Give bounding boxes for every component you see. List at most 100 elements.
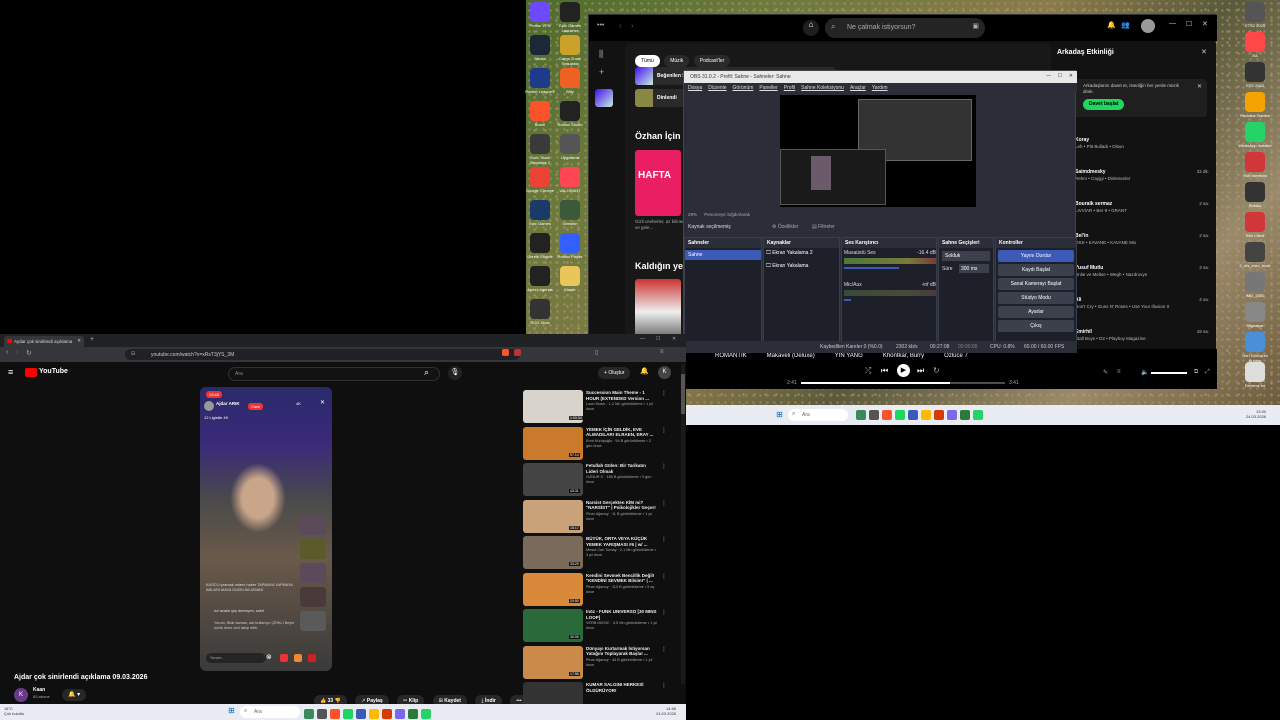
desktop-icon[interactable]: Proton VPN: [523, 2, 557, 28]
obs-control-button[interactable]: Ayarlar: [998, 306, 1074, 318]
taskbar-search[interactable]: ⌕ Ara: [240, 706, 300, 718]
more-icon[interactable]: ⋮: [661, 609, 667, 616]
volume-fader[interactable]: [844, 299, 852, 301]
now-playing-item[interactable]: Khontkar, Burry: [883, 353, 924, 359]
taskbar-app-icon[interactable]: [973, 410, 983, 420]
taskbar-app-icon[interactable]: [369, 709, 379, 719]
menu-icon[interactable]: •••: [597, 22, 604, 29]
friend-item[interactable]: Bel'in OSS • KAVANE • KAVANE Mix 2 sa.: [1057, 231, 1209, 255]
desktop-icon[interactable]: Epic Games Launcher: [553, 2, 587, 33]
shuffle-icon[interactable]: ⤮: [865, 366, 871, 376]
previous-icon[interactable]: ⏮: [881, 366, 888, 376]
recommendation-item[interactable]: Narsist Gerçekten KİM mi? "NARSİST" | Ps…: [523, 499, 667, 533]
channel-name[interactable]: Kaan: [33, 687, 45, 693]
now-playing-item[interactable]: YIN YANG: [835, 353, 863, 359]
spotify-search-input[interactable]: ⌕ Ne çalmak istiyorsun? ▣: [825, 18, 985, 38]
taskbar-app-icon[interactable]: [856, 410, 866, 420]
obs-menu-item[interactable]: Yardım: [872, 85, 888, 91]
desktop-icon[interactable]: Bitly: [553, 68, 587, 94]
miniplayer-icon[interactable]: ⧉: [1194, 369, 1198, 376]
windows-start-icon[interactable]: ⊞: [228, 706, 235, 715]
source-item[interactable]: 🖵 Ekran Yakalama 2: [766, 250, 813, 256]
close-icon[interactable]: ✕: [1197, 83, 1202, 90]
fullscreen-icon[interactable]: ⤢: [1205, 369, 1210, 376]
taskbar-app-icon[interactable]: [882, 410, 892, 420]
repeat-icon[interactable]: ↻: [933, 366, 940, 375]
desktop-icon[interactable]: Riot Client: [1238, 212, 1272, 238]
desktop-icon[interactable]: ETS 2023: [1238, 62, 1272, 88]
taskbar-app-icon[interactable]: [947, 410, 957, 420]
desktop-icon[interactable]: 2_ets_euro_truck: [1238, 242, 1272, 268]
volume-fader[interactable]: [844, 267, 900, 269]
hamburger-icon[interactable]: ≡: [8, 367, 13, 377]
volume-slider[interactable]: [1151, 372, 1187, 374]
friend-item[interactable]: Koray Leh • Pitt Bulladı • Olsun: [1057, 135, 1209, 159]
home-icon[interactable]: ⌂: [803, 20, 819, 36]
weather-widget[interactable]: 18°C Çok bulutlu: [4, 706, 24, 716]
more-icon[interactable]: ⋮: [661, 573, 667, 580]
desktop-icon[interactable]: Roblox Studio: [553, 101, 587, 127]
taskbar-app-icon[interactable]: [869, 410, 879, 420]
recommendation-item[interactable]: YEMEK İÇİN GELDİK, EVE ALMADILAR! ELRAEN…: [523, 426, 667, 460]
recommendation-item[interactable]: Inöz - FUNK UNIVERSO [30 MINS LOOP] VERB …: [523, 609, 667, 642]
desktop-icon[interactable]: IMG_2020: [1238, 272, 1272, 298]
obs-menu-item[interactable]: Görünüm: [733, 85, 754, 91]
close-icon[interactable]: ✕: [1201, 48, 1207, 56]
duration-input[interactable]: 300 ms: [959, 264, 989, 273]
clock[interactable]: 13:00 24.03.2026: [1246, 409, 1266, 419]
comment-input[interactable]: Yorum...: [206, 653, 266, 663]
play-icon[interactable]: ▶: [897, 364, 910, 377]
desktop-icon[interactable]: Apex Legends: [523, 266, 557, 292]
reload-icon[interactable]: ↻: [26, 349, 32, 357]
obs-control-button[interactable]: Stüdyo Modu: [998, 292, 1074, 304]
youtube-logo-icon[interactable]: [25, 368, 37, 377]
close-icon[interactable]: ✕: [77, 338, 81, 344]
desktop-icon[interactable]: Rockstar Games: [1238, 92, 1272, 118]
obs-control-button[interactable]: Çıkış: [998, 320, 1074, 332]
site-info-icon[interactable]: ⊟: [131, 351, 135, 357]
brave-shield-icon[interactable]: [502, 349, 509, 356]
desktop-icon[interactable]: Geri Dönüşüm Kutusu: [1238, 332, 1272, 363]
friend-item[interactable]: Saimdmesky Rehm • Cayjgi • Dinlenenler 32 …: [1057, 167, 1209, 191]
desktop-icon[interactable]: Unreal Engine: [523, 233, 557, 259]
desktop-icon[interactable]: Google Chrome: [523, 167, 557, 193]
menu-icon[interactable]: ≡: [660, 349, 664, 355]
gift-icon[interactable]: [280, 654, 288, 662]
video-player[interactable]: 23:48 Ajdar ARIK Canlı 4K ✕ 12 Ligistte …: [200, 387, 332, 671]
minimize-icon[interactable]: —: [1169, 20, 1176, 27]
more-icon[interactable]: ⋮: [661, 646, 667, 653]
obs-menu-item[interactable]: Düzenle: [708, 85, 726, 91]
youtube-logo-text[interactable]: YouTube: [39, 368, 68, 375]
obs-menu-item[interactable]: Dosya: [688, 85, 702, 91]
avatar[interactable]: K: [658, 366, 671, 379]
new-tab-icon[interactable]: +: [90, 336, 94, 343]
maximize-icon[interactable]: ☐: [1186, 20, 1192, 28]
subscribe-bell-button[interactable]: 🔔 ▾: [62, 689, 87, 701]
bell-icon[interactable]: 🔔: [1107, 21, 1116, 29]
create-button[interactable]: + Oluştur: [598, 367, 631, 379]
clock[interactable]: 14:56 24.03.2026: [656, 706, 676, 716]
windows-start-icon[interactable]: ⊞: [776, 410, 783, 419]
desktop-icon[interactable]: Genshin: [553, 200, 587, 226]
desktop-icon[interactable]: Riot İstemcisi: [1238, 152, 1272, 178]
more-icon[interactable]: ⋮: [661, 463, 667, 470]
obs-control-button[interactable]: Sanal Kamerayı Başlat: [998, 278, 1074, 290]
desktop-icon[interactable]: VALORANT: [553, 167, 587, 193]
now-playing-item[interactable]: Makaveli (Deluxe): [767, 353, 815, 359]
browser-tab[interactable]: Aydar çok sinirlendi açıklama ✕: [4, 336, 84, 347]
volume-icon[interactable]: 🔈: [1141, 369, 1148, 376]
more-icon[interactable]: ⋮: [661, 427, 667, 434]
friends-icon[interactable]: 👥: [1121, 21, 1130, 29]
channel-avatar[interactable]: K: [14, 688, 28, 702]
scrollbar-thumb[interactable]: [681, 374, 685, 414]
desktop-icon[interactable]: Deneme.txt: [1238, 362, 1272, 388]
maximize-icon[interactable]: ☐: [1058, 73, 1062, 79]
taskbar-app-icon[interactable]: [934, 410, 944, 420]
taskbar-app-icon[interactable]: [382, 709, 392, 719]
youtube-search-input[interactable]: Ara: [228, 367, 440, 381]
bell-icon[interactable]: 🔔: [640, 367, 649, 375]
minimize-icon[interactable]: —: [640, 336, 645, 342]
filters-button[interactable]: ▤ Filtreler: [812, 224, 835, 230]
taskbar-app-icon[interactable]: [908, 410, 918, 420]
desktop-icon[interactable]: Brave: [523, 101, 557, 127]
